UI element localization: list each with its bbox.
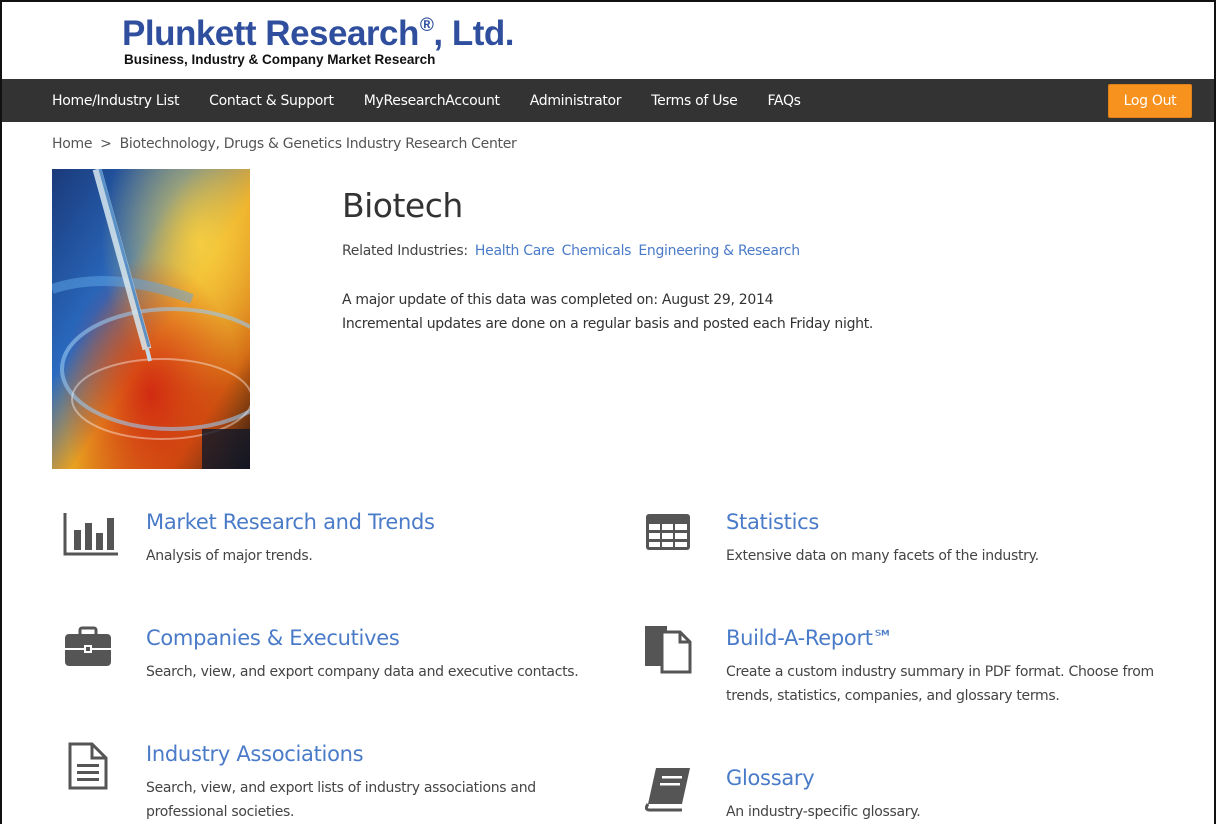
feature-title-market-research[interactable]: Market Research and Trends bbox=[146, 510, 435, 534]
page-title: Biotech bbox=[342, 186, 463, 225]
update-frequency-text: Incremental updates are done on a regula… bbox=[342, 316, 874, 332]
feature-title-associations[interactable]: Industry Associations bbox=[146, 742, 364, 766]
biotech-lab-image bbox=[52, 169, 250, 469]
feature-desc-statistics: Extensive data on many facets of the ind… bbox=[726, 548, 1039, 564]
related-link-engineering-research[interactable]: Engineering & Research bbox=[638, 243, 800, 259]
document-icon[interactable] bbox=[62, 742, 118, 790]
nav-contact-support[interactable]: Contact & Support bbox=[209, 93, 334, 109]
report-pages-icon[interactable] bbox=[642, 626, 698, 674]
breadcrumb-current[interactable]: Biotechnology, Drugs & Genetics Industry… bbox=[120, 136, 517, 152]
site-logo[interactable]: Plunkett Research®, Ltd. Business, Indus… bbox=[122, 6, 514, 67]
feature-desc-associations: Search, view, and export lists of indust… bbox=[146, 780, 536, 820]
nav-myresearchaccount[interactable]: MyResearchAccount bbox=[364, 93, 500, 109]
update-date-text: A major update of this data was complete… bbox=[342, 292, 774, 308]
book-icon[interactable] bbox=[642, 766, 698, 814]
table-grid-icon[interactable] bbox=[642, 510, 698, 558]
feature-desc-glossary: An industry-specific glossary. bbox=[726, 804, 921, 820]
feature-desc-build-a-report: Create a custom industry summary in PDF … bbox=[726, 664, 1154, 704]
feature-title-glossary[interactable]: Glossary bbox=[726, 766, 815, 790]
bar-chart-icon[interactable] bbox=[62, 510, 118, 558]
main-nav: Home/Industry List Contact & Support MyR… bbox=[2, 79, 1214, 122]
nav-terms-of-use[interactable]: Terms of Use bbox=[651, 93, 737, 109]
breadcrumb: Home > Biotechnology, Drugs & Genetics Ind… bbox=[52, 136, 517, 152]
page-frame: Plunkett Research®, Ltd. Business, Indus… bbox=[0, 0, 1216, 824]
feature-desc-companies: Search, view, and export company data an… bbox=[146, 664, 579, 680]
related-link-chemicals[interactable]: Chemicals bbox=[562, 243, 632, 259]
related-industries: Related Industries: Health Care Chemical… bbox=[342, 243, 800, 259]
feature-title-build-a-report[interactable]: Build-A-Report℠ bbox=[726, 626, 894, 650]
feature-title-companies[interactable]: Companies & Executives bbox=[146, 626, 400, 650]
nav-faqs[interactable]: FAQs bbox=[767, 93, 801, 109]
logout-button[interactable]: Log Out bbox=[1108, 84, 1192, 118]
breadcrumb-home[interactable]: Home bbox=[52, 136, 92, 152]
related-label: Related Industries: bbox=[342, 243, 468, 259]
logo-subtitle: Business, Industry & Company Market Rese… bbox=[124, 52, 436, 67]
breadcrumb-separator: > bbox=[100, 136, 112, 152]
briefcase-icon[interactable] bbox=[62, 626, 118, 674]
feature-desc-market-research: Analysis of major trends. bbox=[146, 548, 313, 564]
feature-title-statistics[interactable]: Statistics bbox=[726, 510, 819, 534]
nav-administrator[interactable]: Administrator bbox=[530, 93, 622, 109]
nav-home-industry-list[interactable]: Home/Industry List bbox=[52, 93, 179, 109]
logo-title: Plunkett Research®, Ltd. bbox=[122, 14, 514, 53]
related-link-health-care[interactable]: Health Care bbox=[475, 243, 555, 259]
